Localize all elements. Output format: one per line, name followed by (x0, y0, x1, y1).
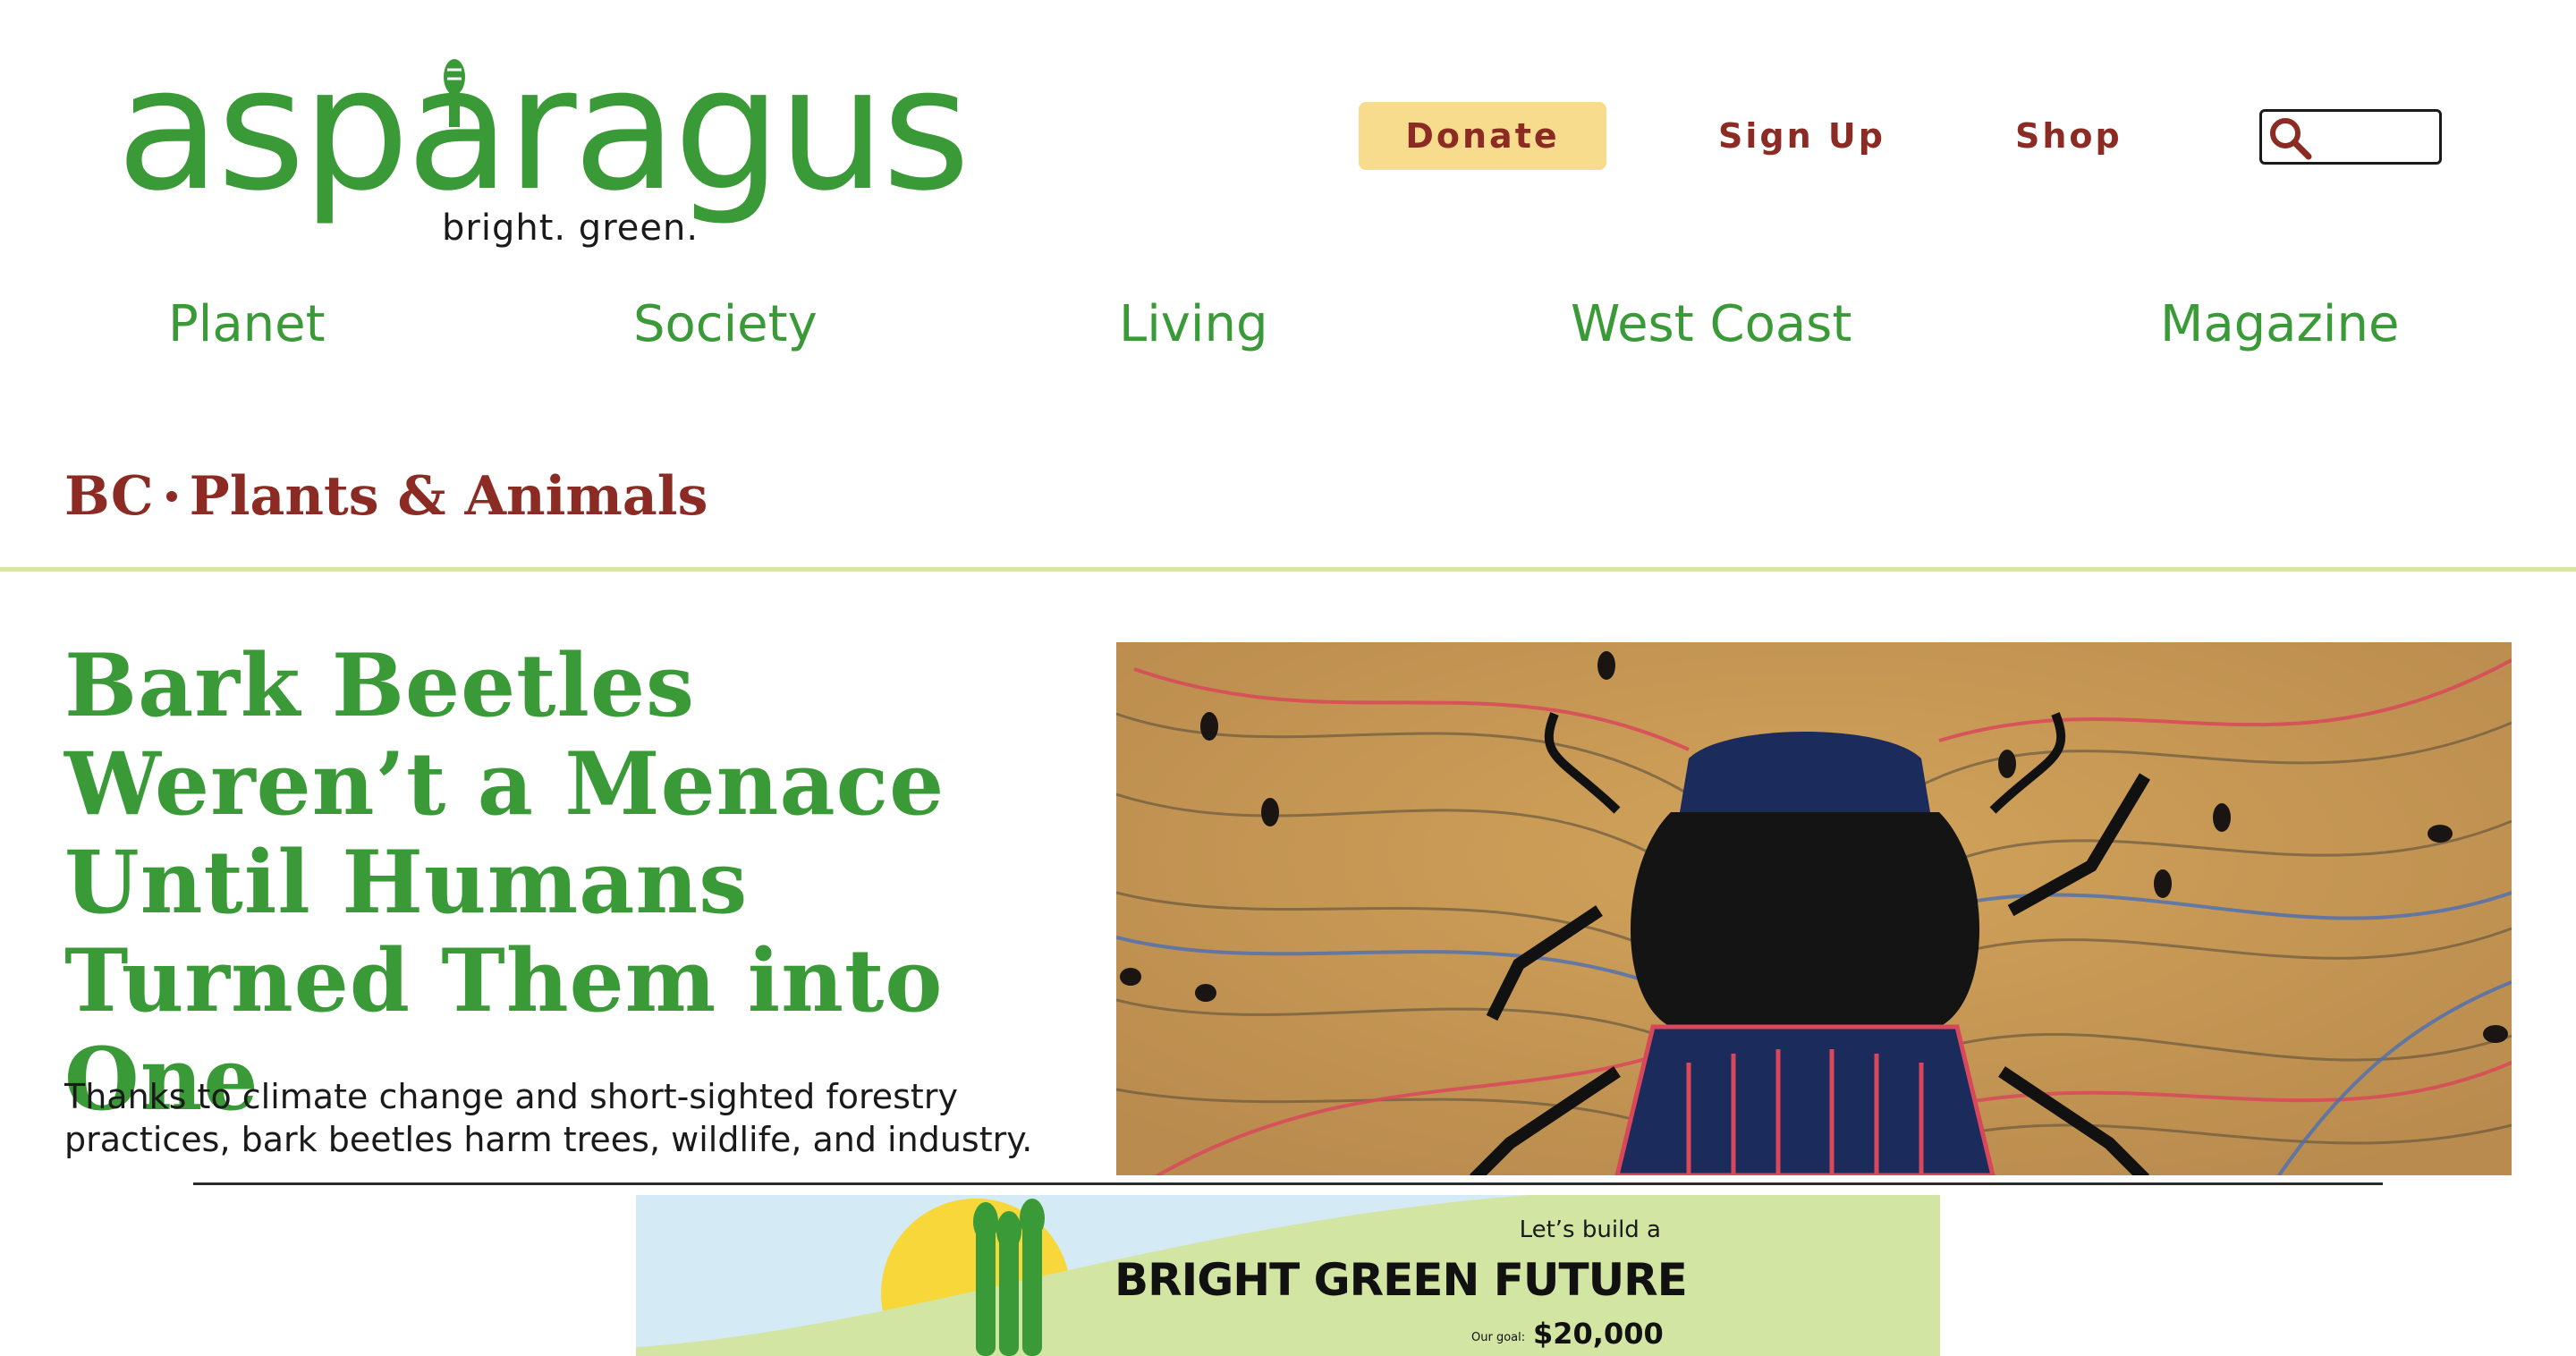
article-divider (193, 1182, 2383, 1185)
nav-item-planet[interactable]: Planet (168, 295, 326, 353)
section-divider (0, 567, 2576, 572)
site-logo[interactable]: asparagus bright. green. (116, 45, 1029, 250)
search-icon[interactable] (2267, 115, 2318, 160)
banner-goal-label: Our goal: (1471, 1331, 1526, 1344)
donation-banner[interactable]: Let’s build a BRIGHT GREEN FUTURE Our go… (636, 1195, 1940, 1356)
banner-goal-value: $20,000 (1533, 1317, 1664, 1351)
beetle-illustration-icon (1116, 642, 2512, 1175)
section-breadcrumb: BC Plants & Animals (64, 465, 708, 528)
shop-link[interactable]: Shop (2015, 102, 2123, 170)
nav-item-living[interactable]: Living (1119, 295, 1268, 353)
signup-link[interactable]: Sign Up (1718, 102, 1885, 170)
article-dek: Thanks to climate change and short-sight… (64, 1077, 1033, 1159)
article-headline[interactable]: Bark Beetles Weren’t a Menace Until Huma… (64, 637, 1102, 1129)
nav-item-magazine[interactable]: Magazine (2160, 295, 2399, 353)
asparagus-icon (444, 59, 465, 127)
breadcrumb-separator (165, 491, 177, 502)
donate-button[interactable]: Donate (1359, 102, 1606, 170)
nav-item-society[interactable]: Society (633, 295, 818, 353)
banner-lead-text: Let’s build a (1519, 1216, 1661, 1243)
nav-item-west-coast[interactable]: West Coast (1571, 295, 1852, 353)
search-input[interactable] (2259, 109, 2442, 165)
section-category-link[interactable]: Plants & Animals (190, 465, 708, 528)
banner-title: BRIGHT GREEN FUTURE (1114, 1254, 1688, 1306)
logo-wordmark: asparagus (116, 30, 970, 228)
logo-tagline: bright. green. (442, 208, 699, 249)
article-hero-image[interactable] (1116, 642, 2512, 1175)
section-region-link[interactable]: BC (64, 465, 154, 528)
page: asparagus bright. green. Donate Sign Up … (0, 0, 2576, 1356)
